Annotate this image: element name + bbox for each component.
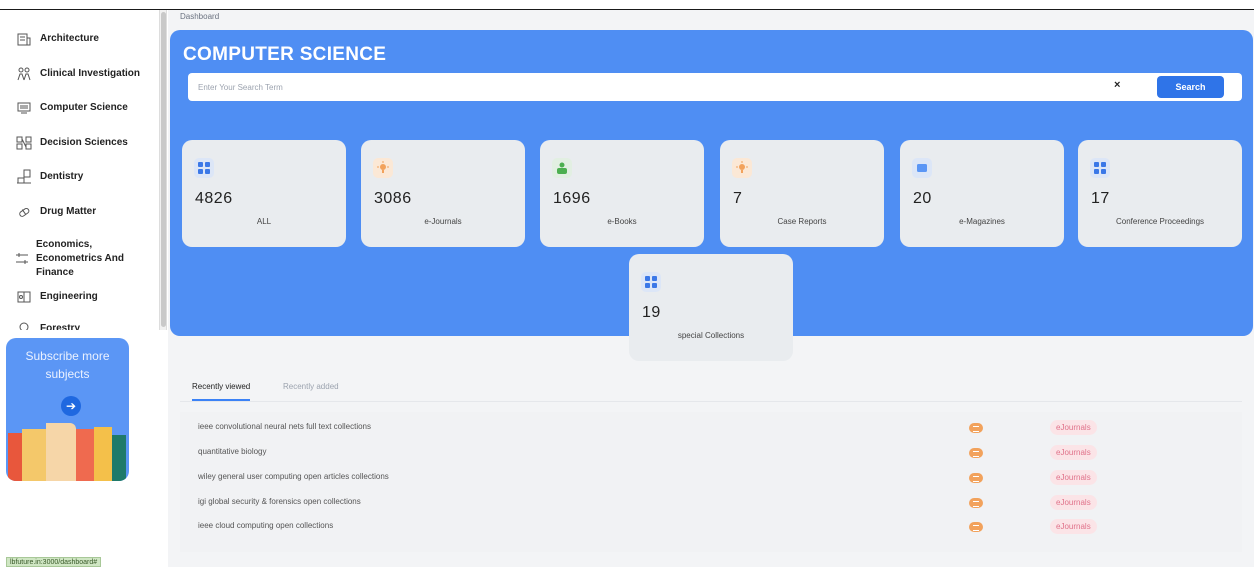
sidebar-item-label: Economics, Econometrics And Finance — [36, 239, 124, 278]
card-e-journals[interactable]: 3086 e-Journals — [361, 140, 525, 247]
card-case-reports[interactable]: 7 Case Reports — [720, 140, 884, 247]
sidebar-scrollbar[interactable] — [159, 10, 167, 330]
card-e-books[interactable]: 1696 e-Books — [540, 140, 704, 247]
dental-chair-icon — [14, 167, 34, 187]
card-count: 19 — [642, 304, 661, 321]
search-button[interactable]: Search — [1157, 76, 1224, 98]
search-bar: × Search — [188, 73, 1242, 101]
list-item[interactable]: wiley general user computing open articl… — [180, 465, 1242, 490]
sidebar-item-forestry[interactable]: Forestry — [14, 319, 158, 330]
arrow-right-icon[interactable]: ➔ — [61, 396, 81, 416]
sidebar-item-clinical-investigation[interactable]: Clinical Investigation — [14, 64, 158, 84]
decision-network-icon — [14, 133, 34, 153]
card-e-magazines[interactable]: 20 e-Magazines — [900, 140, 1064, 247]
grid-icon — [1090, 158, 1110, 178]
sidebar-item-label: Forestry — [40, 323, 81, 330]
monitor-icon — [14, 98, 34, 118]
sidebar-item-decision-sciences[interactable]: Decision Sciences — [14, 133, 158, 153]
search-input[interactable] — [198, 78, 1078, 96]
sidebar-item-label: Architecture — [40, 33, 99, 44]
card-count: 1696 — [553, 190, 591, 207]
journal-icon — [969, 498, 983, 508]
sidebar-item-label: Drug Matter — [40, 206, 97, 217]
card-count: 17 — [1091, 190, 1110, 207]
sidebar-item-label: Decision Sciences — [40, 137, 128, 148]
card-count: 7 — [733, 190, 743, 207]
sidebar-item-drug-matter[interactable]: Drug Matter — [14, 202, 158, 222]
sidebar-item-architecture[interactable]: Architecture — [14, 29, 158, 49]
book-illustration — [8, 433, 22, 481]
list-item[interactable]: igi global security & forensics open col… — [180, 490, 1242, 515]
medical-team-icon — [14, 64, 34, 84]
subject-list[interactable]: Architecture Clinical Investigation Comp… — [0, 10, 158, 330]
list-item[interactable]: ieee convolutional neural nets full text… — [180, 415, 1242, 440]
item-title[interactable]: ieee cloud computing open collections — [198, 521, 333, 530]
grid-icon — [194, 158, 214, 178]
card-count: 4826 — [195, 190, 233, 207]
building-icon — [14, 29, 34, 49]
type-badge: eJournals — [1050, 495, 1097, 510]
gear-book-icon — [14, 287, 34, 307]
journal-icon — [969, 522, 983, 532]
magazine-icon — [912, 158, 932, 178]
status-url: lbfuture.in:3000/dashboard# — [6, 557, 102, 567]
card-all[interactable]: 4826 ALL — [182, 140, 346, 247]
item-title[interactable]: igi global security & forensics open col… — [198, 497, 361, 506]
card-count: 20 — [913, 190, 932, 207]
card-label: ALL — [256, 217, 272, 226]
tabs-divider — [180, 401, 1242, 402]
page-title: COMPUTER SCIENCE — [183, 44, 387, 65]
card-label: e-Journals — [424, 217, 462, 226]
pill-icon — [14, 202, 34, 222]
sidebar-item-label: Clinical Investigation — [40, 68, 141, 79]
item-title[interactable]: quantitative biology — [198, 447, 267, 456]
card-count: 3086 — [374, 190, 412, 207]
lightbulb-icon — [732, 158, 752, 178]
list-item[interactable]: ieee cloud computing open collections eJ… — [180, 514, 1242, 539]
list-item[interactable]: quantitative biology eJournals — [180, 440, 1242, 465]
reader-icon — [552, 158, 572, 178]
sidebar-item-dentistry[interactable]: Dentistry — [14, 167, 158, 187]
journal-icon — [969, 423, 983, 433]
sidebar-item-engineering[interactable]: Engineering — [14, 287, 158, 307]
main-content: Dashboard COMPUTER SCIENCE × Search 4826… — [168, 10, 1254, 567]
tab-recently-added[interactable]: Recently added — [283, 373, 339, 401]
breadcrumb[interactable]: Dashboard — [180, 12, 219, 21]
promo-text: Subscribe more subjects — [25, 349, 110, 381]
type-badge: eJournals — [1050, 519, 1097, 534]
sidebar-item-label: Computer Science — [40, 102, 128, 113]
subscribe-promo-card[interactable]: Subscribe more subjects ➔ — [6, 338, 129, 481]
tree-icon — [14, 319, 34, 330]
item-title[interactable]: wiley general user computing open articl… — [198, 472, 389, 481]
sidebar-item-economics[interactable]: Economics, Econometrics And Finance — [14, 238, 158, 280]
sidebar-item-label: Dentistry — [40, 171, 84, 182]
sidebar-item-label: Engineering — [40, 291, 98, 302]
journal-icon — [969, 448, 983, 458]
card-label: e-Magazines — [959, 217, 1005, 226]
card-label: Case Reports — [777, 217, 827, 226]
grid-icon — [641, 272, 661, 292]
item-title[interactable]: ieee convolutional neural nets full text… — [198, 422, 371, 431]
type-badge: eJournals — [1050, 470, 1097, 485]
tab-recently-viewed[interactable]: Recently viewed — [192, 373, 251, 401]
sidebar-item-computer-science[interactable]: Computer Science — [14, 98, 158, 118]
card-special-collections[interactable]: 19 special Collections — [629, 254, 793, 361]
lightbulb-icon — [373, 158, 393, 178]
clear-icon[interactable]: × — [1114, 79, 1120, 91]
scrollbar-thumb[interactable] — [161, 12, 166, 327]
card-label: special Collections — [677, 331, 745, 340]
journal-icon — [969, 473, 983, 483]
card-label: Conference Proceedings — [1115, 217, 1205, 226]
type-badge: eJournals — [1050, 445, 1097, 460]
type-badge: eJournals — [1050, 420, 1097, 435]
card-label: e-Books — [607, 217, 637, 226]
recent-list: ieee convolutional neural nets full text… — [180, 412, 1242, 552]
finance-chart-icon — [14, 249, 30, 269]
card-conference-proceedings[interactable]: 17 Conference Proceedings — [1078, 140, 1242, 247]
